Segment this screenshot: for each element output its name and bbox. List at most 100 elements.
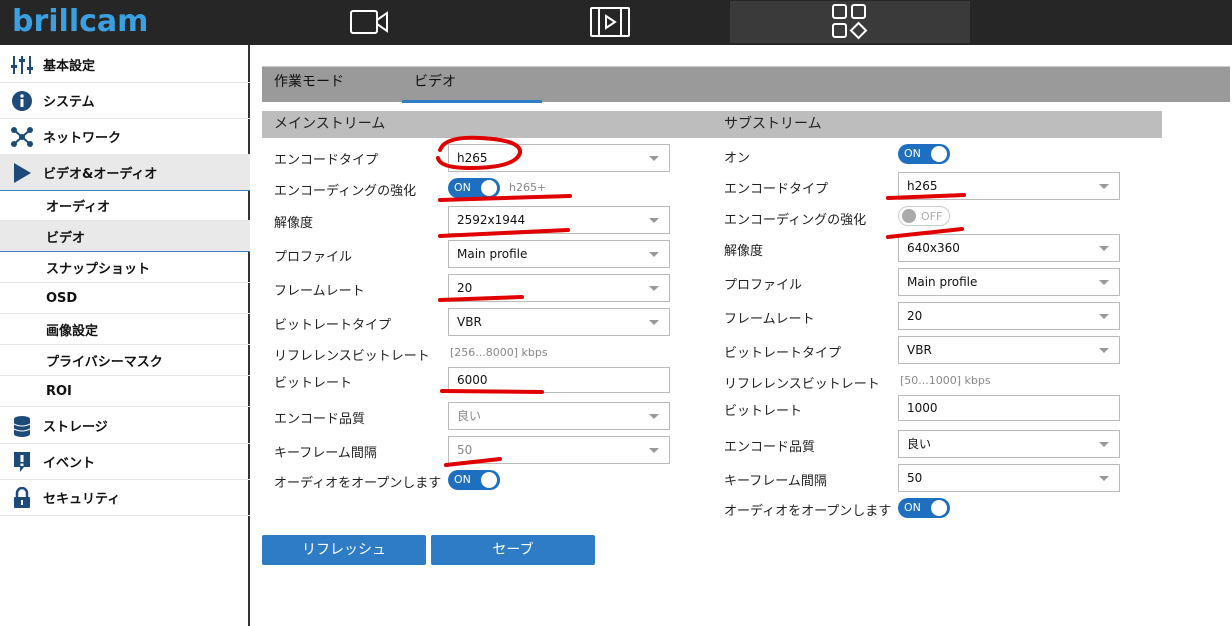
chevron-down-icon — [1099, 184, 1109, 189]
sidebar-subitem-privacy-mask[interactable]: プライバシーマスク — [0, 345, 250, 376]
sub-bitrate-type-label: ビットレートタイプ — [724, 346, 842, 361]
main-profile-select[interactable]: Main profile — [448, 240, 670, 268]
sub-bitrate-type-value: VBR — [907, 343, 932, 357]
sidebar-item-label: システム — [43, 95, 95, 110]
sliders-icon — [11, 54, 33, 76]
main-framerate-select[interactable]: 20 — [448, 274, 670, 302]
tab-video[interactable]: ビデオ — [402, 67, 542, 103]
main-enhance-toggle[interactable]: ON — [448, 178, 500, 198]
main-audio-label: オーディオをオープンします — [274, 476, 442, 491]
main-keyframe-value: 50 — [457, 443, 473, 457]
main-ref-bitrate-value: [256...8000] kbps — [450, 346, 548, 359]
lock-icon — [11, 486, 33, 509]
sub-enhance-toggle[interactable]: OFF — [898, 206, 950, 226]
settings-tab[interactable] — [730, 1, 970, 43]
sidebar-subitem-roi[interactable]: ROI — [0, 376, 250, 407]
toggle-knob — [481, 180, 497, 196]
main-encode-type-select[interactable]: h265 — [448, 144, 670, 172]
main-framerate-value: 20 — [457, 281, 473, 295]
sub-audio-toggle[interactable]: ON — [898, 498, 950, 518]
chevron-down-icon — [649, 448, 659, 453]
chevron-down-icon — [1099, 280, 1109, 285]
main-bitrate-type-value: VBR — [457, 315, 482, 329]
sub-enhance-label: エンコーディングの強化 — [724, 213, 867, 228]
main-resolution-label: 解像度 — [274, 216, 314, 231]
sidebar-item-event[interactable]: イベント — [0, 444, 250, 480]
chevron-down-icon — [649, 252, 659, 257]
main-encode-type-value: h265 — [457, 151, 488, 165]
chevron-down-icon — [1099, 314, 1109, 319]
toggle-knob — [481, 472, 497, 488]
chevron-down-icon — [1099, 476, 1109, 481]
sub-on-toggle[interactable]: ON — [898, 144, 950, 164]
live-camera-tab[interactable] — [330, 1, 410, 43]
sidebar-item-label: イベント — [43, 456, 96, 471]
sidebar-subitem-snapshot[interactable]: スナップショット — [0, 252, 250, 283]
sub-keyframe-label: キーフレーム間隔 — [724, 474, 827, 489]
main-audio-toggle[interactable]: ON — [448, 470, 500, 490]
sub-bitrate-label: ビットレート — [724, 404, 803, 419]
sub-bitrate-input[interactable]: 1000 — [898, 395, 1120, 421]
sidebar-subitem-video[interactable]: ビデオ — [0, 221, 250, 252]
chevron-down-icon — [649, 286, 659, 291]
toggle-label: ON — [904, 501, 921, 514]
tab-bar: 作業モード ビデオ — [262, 66, 1230, 103]
sidebar-item-system[interactable]: システム — [0, 83, 250, 119]
main-resolution-select[interactable]: 2592x1944 — [448, 206, 670, 234]
main-encode-type-label: エンコードタイプ — [274, 153, 379, 168]
sub-profile-label: プロファイル — [724, 278, 803, 293]
sub-keyframe-select[interactable]: 50 — [898, 464, 1120, 492]
main-quality-select[interactable]: 良い — [448, 402, 670, 430]
brand-logo: brillcam — [12, 4, 149, 39]
sidebar-item-video-audio[interactable]: ビデオ&オーディオ — [0, 155, 250, 191]
toggle-knob — [931, 500, 947, 516]
sidebar-item-basic-settings[interactable]: 基本設定 — [0, 47, 250, 83]
sidebar-item-storage[interactable]: ストレージ — [0, 408, 250, 444]
toggle-label: ON — [454, 181, 471, 194]
sub-bitrate-type-select[interactable]: VBR — [898, 336, 1120, 364]
chevron-down-icon — [649, 218, 659, 223]
camera-icon — [350, 10, 388, 34]
toggle-label: ON — [904, 147, 921, 160]
main-enhance-hint: h265+ — [509, 181, 547, 194]
chevron-down-icon — [649, 156, 659, 161]
sidebar-item-label: ビデオ&オーディオ — [43, 167, 158, 182]
sub-encode-type-value: h265 — [907, 179, 938, 193]
save-button[interactable]: セーブ — [431, 535, 595, 565]
sidebar-subitem-image-settings[interactable]: 画像設定 — [0, 314, 250, 345]
sub-profile-value: Main profile — [907, 275, 978, 289]
chevron-down-icon — [1099, 348, 1109, 353]
chevron-down-icon — [1099, 246, 1109, 251]
main-framerate-label: フレームレート — [274, 284, 365, 299]
sub-stream-header: サブストリーム — [712, 111, 1162, 138]
main-bitrate-input[interactable]: 6000 — [448, 367, 670, 393]
sub-encode-type-select[interactable]: h265 — [898, 172, 1120, 200]
main-bitrate-type-select[interactable]: VBR — [448, 308, 670, 336]
info-icon — [11, 90, 33, 112]
sidebar-subitem-audio[interactable]: オーディオ — [0, 190, 250, 221]
sidebar-item-label: 基本設定 — [43, 59, 96, 74]
sub-framerate-select[interactable]: 20 — [898, 302, 1120, 330]
sidebar: 基本設定 システム ネットワーク ビデオ&オーディオ オーディオ ビデオ スナッ… — [0, 45, 250, 626]
sub-quality-select[interactable]: 良い — [898, 430, 1120, 458]
grid-settings-icon — [832, 4, 868, 40]
sidebar-subitem-osd[interactable]: OSD — [0, 283, 250, 314]
sub-profile-select[interactable]: Main profile — [898, 268, 1120, 296]
main-stream-header: メインストリーム — [262, 111, 714, 138]
sidebar-item-security[interactable]: セキュリティ — [0, 480, 250, 516]
main-ref-bitrate-label: リフレレンスビットレート — [274, 349, 430, 364]
main-keyframe-label: キーフレーム間隔 — [274, 446, 377, 461]
alert-icon — [11, 451, 33, 473]
tab-work-mode[interactable]: 作業モード — [274, 67, 374, 103]
main-bitrate-type-label: ビットレートタイプ — [274, 318, 392, 333]
main-keyframe-select[interactable]: 50 — [448, 436, 670, 464]
sub-framerate-value: 20 — [907, 309, 923, 323]
playback-tab[interactable] — [570, 1, 650, 43]
network-icon — [11, 126, 33, 148]
main-profile-label: プロファイル — [274, 250, 353, 265]
refresh-button[interactable]: リフレッシュ — [262, 535, 426, 565]
sub-quality-value: 良い — [907, 437, 932, 451]
sub-keyframe-value: 50 — [907, 471, 923, 485]
sub-resolution-select[interactable]: 640x360 — [898, 234, 1120, 262]
sidebar-item-network[interactable]: ネットワーク — [0, 119, 250, 155]
